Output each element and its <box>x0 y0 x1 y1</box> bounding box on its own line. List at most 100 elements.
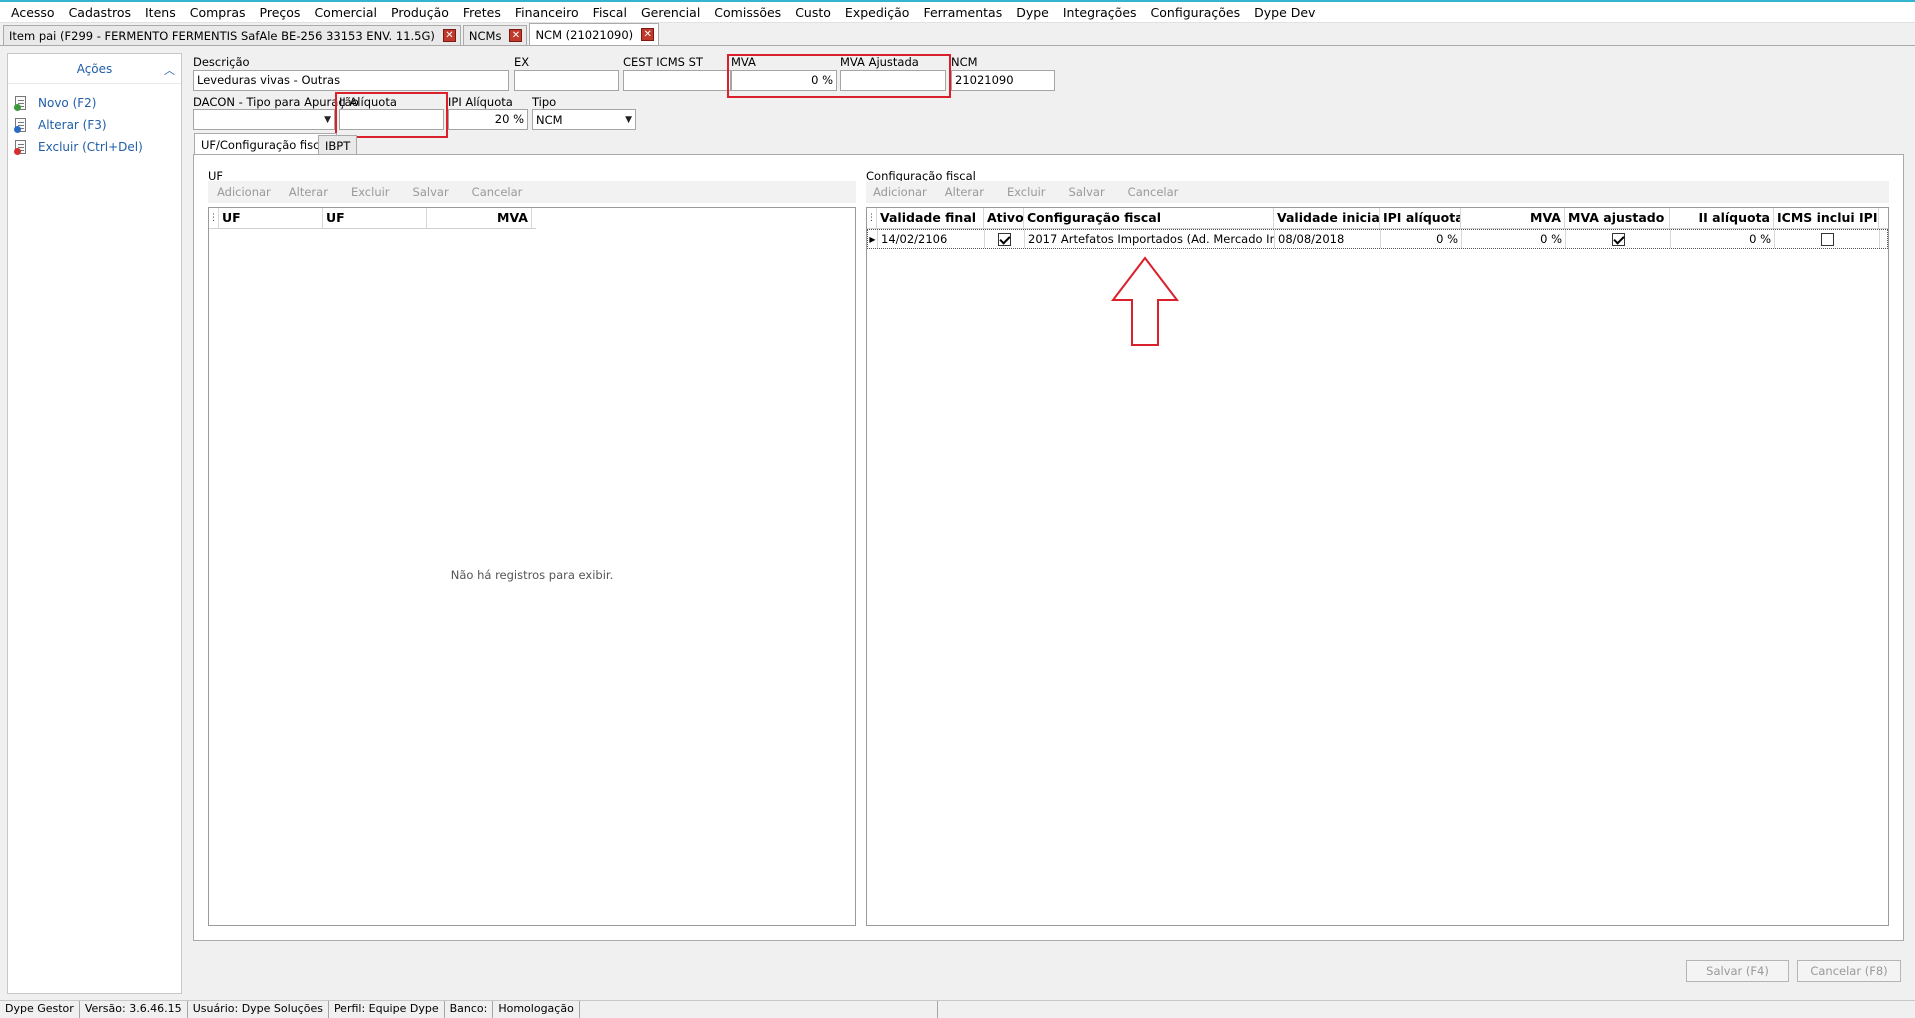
menu-bar: Acesso Cadastros Itens Compras Preços Co… <box>0 2 1915 23</box>
tab-ibpt[interactable]: IBPT <box>318 135 358 155</box>
tab-label: IBPT <box>325 138 351 153</box>
mva-ajustada-field[interactable] <box>840 70 946 91</box>
dacon-select[interactable]: ▼ <box>193 109 335 130</box>
close-icon[interactable]: ✕ <box>442 29 456 42</box>
config-col-validade-inicial[interactable]: Validade inicial <box>1274 208 1380 228</box>
ex-label: EX <box>514 55 530 69</box>
mva-ajustado-checkbox[interactable] <box>1611 232 1625 246</box>
uf-add-button[interactable]: Adicionar <box>208 185 280 199</box>
menu-configuracoes[interactable]: Configurações <box>1144 5 1248 20</box>
tab-label: UF/Configuração fiscal <box>201 137 330 152</box>
config-edit-button[interactable]: Alterar <box>936 185 993 199</box>
action-alterar[interactable]: Alterar (F3) <box>14 116 107 134</box>
cell-configuracao[interactable]: 2017 Artefatos Importados (Ad. Mercado I… <box>1025 230 1275 248</box>
tipo-value: NCM <box>536 112 563 127</box>
config-col-ativo[interactable]: Ativo <box>984 208 1024 228</box>
cest-field[interactable] <box>623 70 731 91</box>
action-novo[interactable]: Novo (F2) <box>14 94 96 112</box>
ativo-checkbox[interactable] <box>998 232 1011 246</box>
uf-grid: ⋮ UF UF MVA Não há registros para exibir… <box>208 207 856 926</box>
doc-tab-label: NCM (21021090) <box>535 27 634 42</box>
mva-label: MVA <box>731 55 756 69</box>
doc-tab-ncms[interactable]: NCMs ✕ <box>462 25 528 45</box>
chevron-up-icon[interactable]: ︿ <box>164 62 175 78</box>
config-col-validade-final[interactable]: Validade final <box>877 208 984 228</box>
cell-mva-ajustado[interactable] <box>1566 230 1671 248</box>
uf-col-uf[interactable]: UF <box>219 208 323 228</box>
cell-icms-inclui-ipi[interactable] <box>1775 230 1880 248</box>
config-grid-header: ⋮ Validade final Ativo Configuração fisc… <box>867 208 1888 229</box>
config-col-mva[interactable]: MVA <box>1461 208 1565 228</box>
uf-edit-button[interactable]: Alterar <box>280 185 337 199</box>
config-col-mva-ajustado[interactable]: MVA ajustado <box>1565 208 1670 228</box>
menu-integracoes[interactable]: Integrações <box>1056 5 1144 20</box>
menu-comercial[interactable]: Comercial <box>307 5 384 20</box>
menu-gerencial[interactable]: Gerencial <box>634 5 707 20</box>
cell-validade-final[interactable]: 14/02/2106 <box>878 230 985 248</box>
tipo-select[interactable]: NCM ▼ <box>532 109 636 130</box>
table-row[interactable]: ▶ 14/02/2106 2017 Artefatos Importados (… <box>867 229 1888 249</box>
menu-ferramentas[interactable]: Ferramentas <box>916 5 1009 20</box>
ii-aliquota-field[interactable] <box>339 109 444 130</box>
uf-grid-header: ⋮ UF UF MVA <box>209 208 536 229</box>
cell-ii[interactable]: 0 % <box>1671 230 1775 248</box>
config-save-button[interactable]: Salvar <box>1055 185 1114 199</box>
document-tabs: Item pai (F299 - FERMENTO FERMENTIS SafA… <box>0 23 1915 46</box>
ex-field[interactable] <box>514 70 619 91</box>
icms-inclui-ipi-checkbox[interactable] <box>1820 232 1834 246</box>
ipi-aliquota-field[interactable]: 20 % <box>448 109 528 130</box>
descricao-field[interactable]: Leveduras vivas - Outras <box>193 70 509 91</box>
action-excluir[interactable]: Excluir (Ctrl+Del) <box>14 138 143 156</box>
menu-cadastros[interactable]: Cadastros <box>62 5 138 20</box>
cell-mva[interactable]: 0 % <box>1462 230 1566 248</box>
menu-fiscal[interactable]: Fiscal <box>586 5 634 20</box>
ncm-field[interactable]: 21021090 <box>951 70 1055 91</box>
tab-uf-config-fiscal[interactable]: UF/Configuração fiscal <box>194 133 337 155</box>
mva-field[interactable]: 0 % <box>731 70 837 91</box>
config-toolbar: Adicionar Alterar Excluir Salvar Cancela… <box>866 181 1889 203</box>
config-grid: ⋮ Validade final Ativo Configuração fisc… <box>866 207 1889 926</box>
close-icon[interactable]: ✕ <box>509 29 523 42</box>
uf-delete-button[interactable]: Excluir <box>337 185 399 199</box>
current-row-icon: ▶ <box>868 230 878 248</box>
chevron-down-icon: ▼ <box>324 114 331 125</box>
menu-comissoes[interactable]: Comissões <box>707 5 788 20</box>
cancel-button[interactable]: Cancelar (F8) <box>1797 960 1901 982</box>
cest-label: CEST ICMS ST <box>623 55 703 69</box>
config-add-button[interactable]: Adicionar <box>866 185 936 199</box>
config-delete-button[interactable]: Excluir <box>993 185 1055 199</box>
menu-compras[interactable]: Compras <box>183 5 253 20</box>
menu-dype-dev[interactable]: Dype Dev <box>1247 5 1322 20</box>
menu-financeiro[interactable]: Financeiro <box>508 5 586 20</box>
uf-col-mva[interactable]: MVA <box>427 208 532 228</box>
save-button[interactable]: Salvar (F4) <box>1686 960 1789 982</box>
chevron-down-icon: ▼ <box>625 114 632 125</box>
menu-precos[interactable]: Preços <box>253 5 308 20</box>
close-icon[interactable]: ✕ <box>641 28 655 41</box>
uf-col-uf-2[interactable]: UF <box>323 208 427 228</box>
status-version: Versão: 3.6.46.15 <box>80 1000 188 1018</box>
menu-producao[interactable]: Produção <box>384 5 456 20</box>
uf-save-button[interactable]: Salvar <box>399 185 458 199</box>
action-label: Excluir (Ctrl+Del) <box>38 140 143 154</box>
config-col-ii[interactable]: II alíquota <box>1670 208 1774 228</box>
mva-ajustada-label: MVA Ajustada <box>840 55 919 69</box>
menu-expedicao[interactable]: Expedição <box>838 5 917 20</box>
menu-custo[interactable]: Custo <box>788 5 838 20</box>
doc-tab-ncm[interactable]: NCM (21021090) ✕ <box>529 23 660 45</box>
doc-tab-item-pai[interactable]: Item pai (F299 - FERMENTO FERMENTIS SafA… <box>3 25 461 45</box>
config-col-ipi[interactable]: IPI alíquota <box>1380 208 1461 228</box>
menu-itens[interactable]: Itens <box>138 5 183 20</box>
menu-dype[interactable]: Dype <box>1009 5 1056 20</box>
config-col-configuracao[interactable]: Configuração fiscal <box>1024 208 1274 228</box>
actions-header[interactable]: Ações ︿ <box>8 54 181 84</box>
menu-acesso[interactable]: Acesso <box>4 5 62 20</box>
config-col-icms-inclui-ipi[interactable]: ICMS inclui IPI <box>1774 208 1879 228</box>
cell-ipi[interactable]: 0 % <box>1381 230 1462 248</box>
annotation-arrow-up-icon <box>1110 256 1180 346</box>
cell-ativo[interactable] <box>985 230 1025 248</box>
config-cancel-button[interactable]: Cancelar <box>1114 185 1188 199</box>
menu-fretes[interactable]: Fretes <box>456 5 508 20</box>
cell-validade-inicial[interactable]: 08/08/2018 <box>1275 230 1381 248</box>
uf-cancel-button[interactable]: Cancelar <box>458 185 532 199</box>
